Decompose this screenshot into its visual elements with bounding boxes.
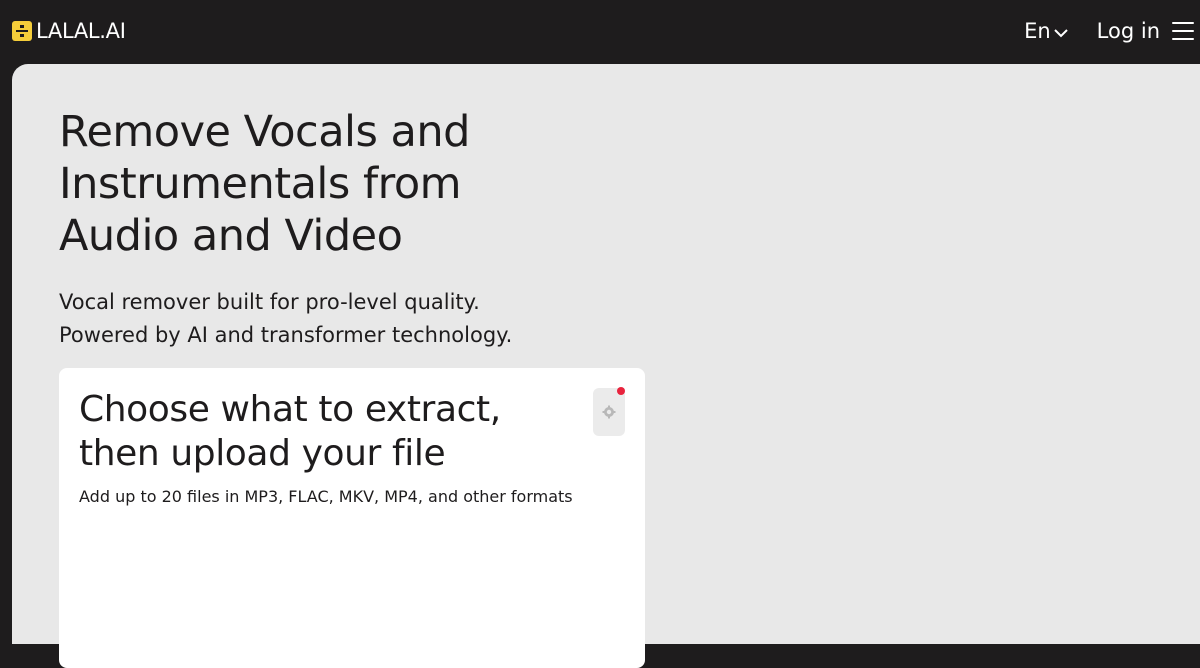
page-subtitle-line: Vocal remover built for pro-level qualit… [59, 290, 480, 314]
gear-icon [602, 405, 616, 419]
hamburger-menu-icon[interactable] [1172, 21, 1196, 41]
upload-card: Choose what to extract, then upload your… [59, 368, 645, 668]
main-content: Remove Vocals and Instrumentals from Aud… [12, 64, 1200, 668]
upload-card-title-line: then upload your file [79, 433, 446, 474]
logo-text: LALAL.AI [36, 19, 126, 43]
language-label: En [1024, 19, 1051, 43]
nav-actions: En Log in [1024, 14, 1200, 48]
settings-button[interactable] [593, 388, 625, 436]
upload-card-title-line: Choose what to extract, [79, 389, 501, 430]
upload-card-title: Choose what to extract, then upload your… [79, 388, 579, 476]
page-title-line: Instrumentals from [59, 159, 462, 209]
page-title-line: Remove Vocals and [59, 107, 470, 157]
page-subtitle-line: Powered by AI and transformer technology… [59, 323, 513, 347]
page-title: Remove Vocals and Instrumentals from Aud… [59, 106, 619, 262]
page-subtitle: Vocal remover built for pro-level qualit… [59, 286, 619, 352]
page-title-line: Audio and Video [59, 211, 403, 261]
top-navigation-bar: LALAL.AI En Log in [0, 0, 1200, 64]
chevron-down-icon [1053, 29, 1068, 38]
logo[interactable]: LALAL.AI [12, 19, 126, 43]
login-link[interactable]: Log in [1097, 19, 1160, 43]
language-selector[interactable]: En [1024, 19, 1069, 43]
lalal-logo-icon [12, 21, 32, 41]
upload-card-subtitle: Add up to 20 files in MP3, FLAC, MKV, MP… [79, 487, 573, 506]
notification-dot [617, 387, 625, 395]
